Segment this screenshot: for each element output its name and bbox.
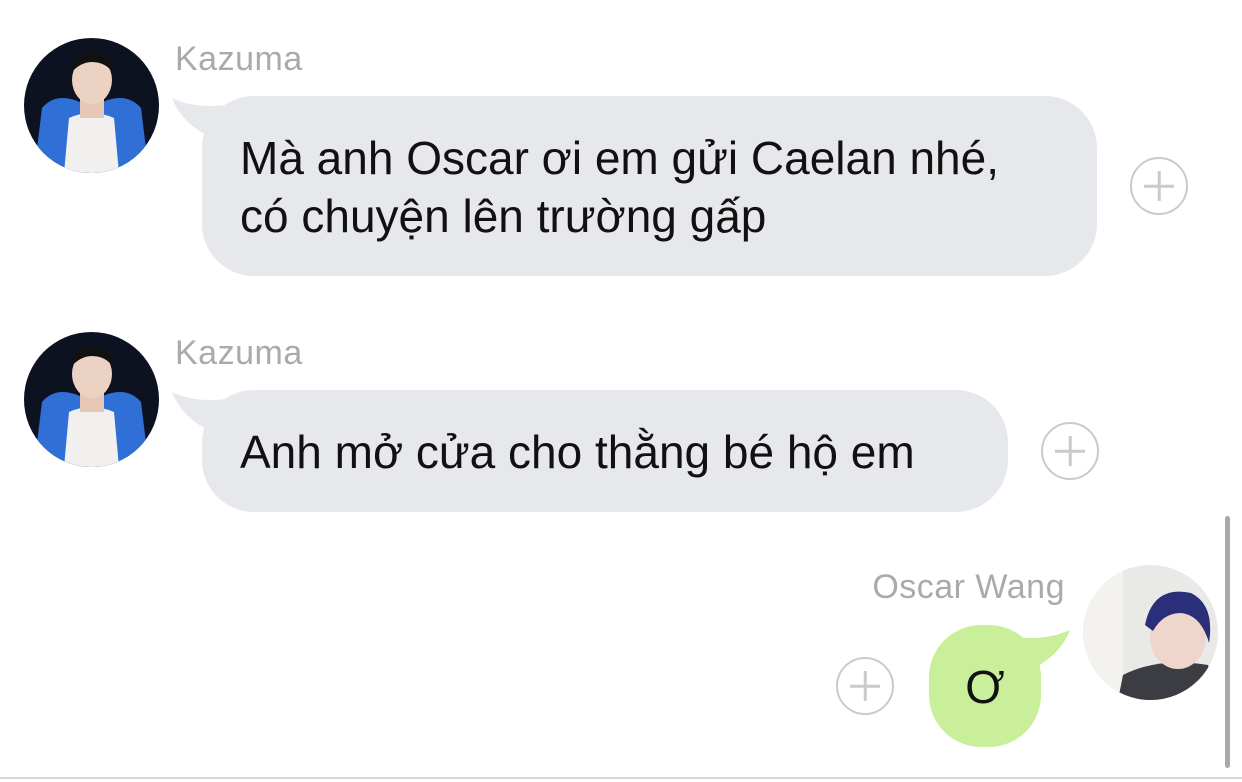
sender-name: Kazuma <box>175 334 303 372</box>
scrollbar[interactable] <box>1225 516 1230 768</box>
avatar-kazuma[interactable] <box>24 332 159 467</box>
message-bubble-incoming[interactable]: Mà anh Oscar ơi em gửi Caelan nhé, có ch… <box>202 96 1097 276</box>
plus-circle-icon[interactable] <box>1130 157 1188 215</box>
message-bubble-incoming[interactable]: Anh mở cửa cho thằng bé hộ em <box>202 390 1008 512</box>
plus-circle-icon[interactable] <box>1041 422 1099 480</box>
sender-name: Oscar Wang <box>872 568 1065 606</box>
message-bubble-outgoing[interactable]: Ơ <box>929 625 1041 747</box>
message-line: Mà anh Oscar ơi em gửi Caelan nhé, <box>240 132 999 184</box>
message-line: có chuyện lên trường gấp <box>240 190 767 242</box>
divider <box>0 777 1242 779</box>
avatar-oscar-wang[interactable] <box>1083 565 1218 700</box>
message-line: Anh mở cửa cho thằng bé hộ em <box>240 426 915 478</box>
plus-circle-icon[interactable] <box>836 657 894 715</box>
avatar-kazuma[interactable] <box>24 38 159 173</box>
sender-name: Kazuma <box>175 40 303 78</box>
message-line: Ơ <box>965 661 1005 713</box>
